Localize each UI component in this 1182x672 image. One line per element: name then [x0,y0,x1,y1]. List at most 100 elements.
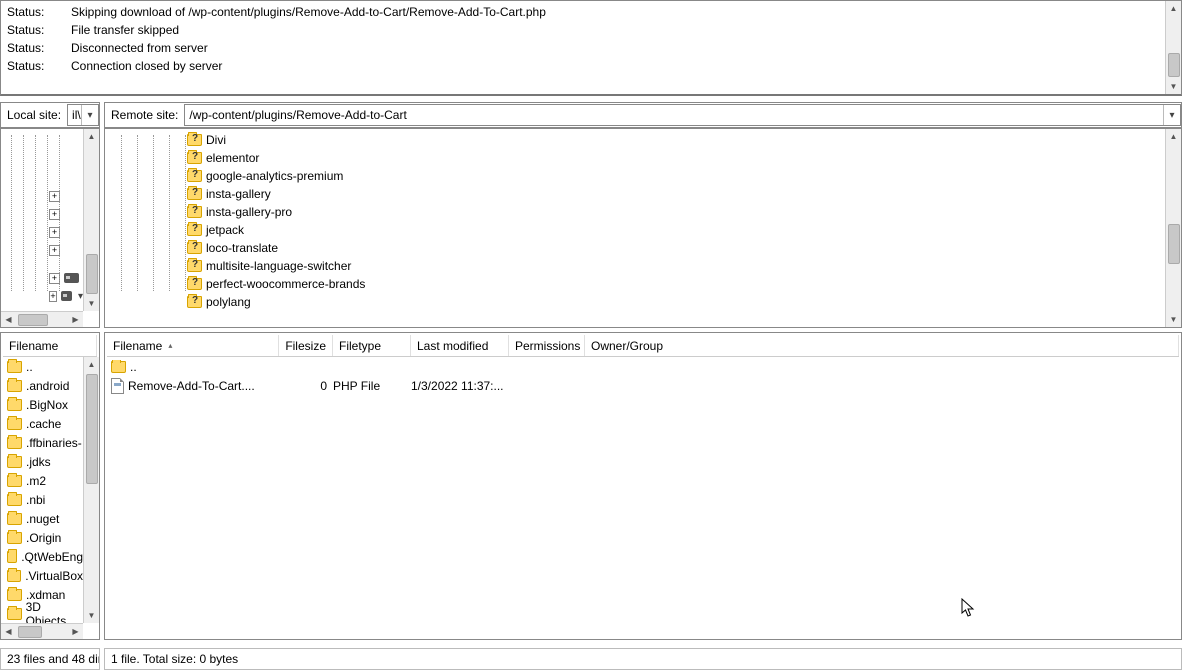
list-item[interactable]: .nbi [3,490,83,509]
tree-node[interactable]: insta-gallery [107,185,1165,203]
tree-node-label: multisite-language-switcher [206,259,351,273]
col-filesize[interactable]: Filesize [279,335,333,356]
local-tree-vscroll[interactable]: ▲ ▼ [83,129,99,311]
tree-node[interactable]: + [3,241,83,259]
scroll-thumb[interactable] [18,314,48,326]
tree-node[interactable]: + [3,223,83,241]
file-name: .cache [26,417,61,431]
remote-tree-body[interactable]: Divielementorgoogle-analytics-premiumins… [107,131,1165,311]
list-item[interactable]: .nuget [3,509,83,528]
remote-list-header[interactable]: Filename ▴ Filesize Filetype Last modifi… [107,335,1179,357]
list-item[interactable]: Remove-Add-To-Cart....0PHP File1/3/2022 … [107,376,1165,395]
chevron-down-icon: ▾ [1169,110,1174,121]
col-filename[interactable]: Filename ▴ [107,335,279,356]
tree-node[interactable]: jetpack [107,221,1165,239]
scroll-right-icon[interactable]: ▶ [68,312,83,327]
file-name: .. [26,360,33,374]
scroll-up-icon[interactable]: ▲ [84,129,99,144]
list-row: Filename .. .android .BigNox .cache .ffbinar… [0,332,1182,640]
file-name: .BigNox [26,398,68,412]
scroll-down-icon[interactable]: ▼ [84,608,99,623]
list-item[interactable]: .m2 [3,471,83,490]
col-filetype[interactable]: Filetype [333,335,411,356]
log-scrollbar[interactable]: ▲ ▼ [1165,1,1181,94]
tree-node[interactable]: + [3,269,83,287]
remote-path-panel: Remote site: /wp-content/plugins/Remove-… [104,102,1182,128]
list-item[interactable]: .jdks [3,452,83,471]
list-item[interactable]: .BigNox [3,395,83,414]
tree-node[interactable]: + [3,187,83,205]
col-label: Filename [9,339,58,353]
col-permissions[interactable]: Permissions [509,335,585,356]
remote-path-dropdown[interactable]: ▾ [1163,105,1180,125]
col-label: Owner/Group [591,339,663,353]
scroll-left-icon[interactable]: ◀ [1,624,16,639]
local-tree-body[interactable]: + + + + + +▾ [3,131,83,311]
folder-up-icon [7,361,22,373]
scroll-up-icon[interactable]: ▲ [84,357,99,372]
list-item[interactable]: .VirtualBox [3,566,83,585]
tree-node[interactable]: elementor [107,149,1165,167]
expand-icon[interactable]: + [49,245,60,256]
scroll-thumb[interactable] [86,374,98,484]
expand-icon[interactable]: + [49,273,60,284]
scroll-down-icon[interactable]: ▼ [1166,312,1181,327]
tree-node[interactable]: polylang [107,293,1165,311]
tree-node[interactable]: perfect-woocommerce-brands [107,275,1165,293]
tree-node[interactable]: insta-gallery-pro [107,203,1165,221]
scroll-right-icon[interactable]: ▶ [68,624,83,639]
local-path-value: il\ [72,108,81,122]
list-item[interactable]: .. [107,357,1165,376]
log-label: Status: [7,5,71,19]
scroll-thumb[interactable] [1168,224,1180,264]
col-label: Filesize [285,339,326,353]
local-status-text: 23 files and 48 dire [7,652,100,666]
expand-icon[interactable]: + [49,227,60,238]
local-tree-pane: + + + + + +▾ ▲ ▼ ◀ ▶ [0,128,100,328]
scroll-thumb[interactable] [86,254,98,294]
list-item[interactable]: .android [3,376,83,395]
local-tree-hscroll[interactable]: ◀ ▶ [1,311,83,327]
tree-node[interactable]: google-analytics-premium [107,167,1165,185]
list-item[interactable]: .Origin [3,528,83,547]
tree-node-label: perfect-woocommerce-brands [206,277,365,291]
tree-node[interactable]: multisite-language-switcher [107,257,1165,275]
local-path-dropdown[interactable]: ▾ [81,105,98,125]
remote-status-bar: 1 file. Total size: 0 bytes [104,648,1182,670]
col-owner[interactable]: Owner/Group [585,335,1179,356]
local-list-body[interactable]: .. .android .BigNox .cache .ffbinaries-.jdks… [3,357,83,623]
col-modified[interactable]: Last modified [411,335,509,356]
log-message: Connection closed by server [71,59,1161,73]
expand-icon[interactable]: + [49,209,60,220]
local-list-vscroll[interactable]: ▲ ▼ [83,357,99,623]
col-label: Filename [113,339,162,353]
scroll-up-icon[interactable]: ▲ [1166,1,1181,16]
remote-list-body[interactable]: ..Remove-Add-To-Cart....0PHP File1/3/202… [107,357,1165,623]
expand-icon[interactable]: + [49,291,57,302]
list-item[interactable]: .QtWebEng [3,547,83,566]
remote-path-input[interactable]: /wp-content/plugins/Remove-Add-to-Cart ▾ [184,104,1181,126]
remote-tree-vscroll[interactable]: ▲ ▼ [1165,129,1181,327]
tree-node[interactable]: loco-translate [107,239,1165,257]
list-item[interactable]: .cache [3,414,83,433]
tree-node[interactable]: Divi [107,131,1165,149]
tree-node[interactable]: +▾ [3,287,83,305]
col-filename[interactable]: Filename [3,335,97,356]
local-list-pane: Filename .. .android .BigNox .cache .ffbinar… [0,332,100,640]
folder-icon [7,589,22,601]
scroll-down-icon[interactable]: ▼ [1166,79,1181,94]
tree-node[interactable]: + [3,205,83,223]
list-item[interactable]: .ffbinaries- [3,433,83,452]
expand-icon[interactable]: + [49,191,60,202]
folder-up-icon [111,361,126,373]
local-list-hscroll[interactable]: ◀ ▶ [1,623,83,639]
scroll-down-icon[interactable]: ▼ [84,296,99,311]
local-path-input[interactable]: il\ ▾ [67,104,99,126]
list-item[interactable]: 3D Objects [3,604,83,623]
scroll-up-icon[interactable]: ▲ [1166,129,1181,144]
local-list-header[interactable]: Filename [3,335,97,357]
scroll-left-icon[interactable]: ◀ [1,312,16,327]
list-item[interactable]: .. [3,357,83,376]
scroll-thumb[interactable] [18,626,42,638]
scroll-thumb[interactable] [1168,53,1180,77]
